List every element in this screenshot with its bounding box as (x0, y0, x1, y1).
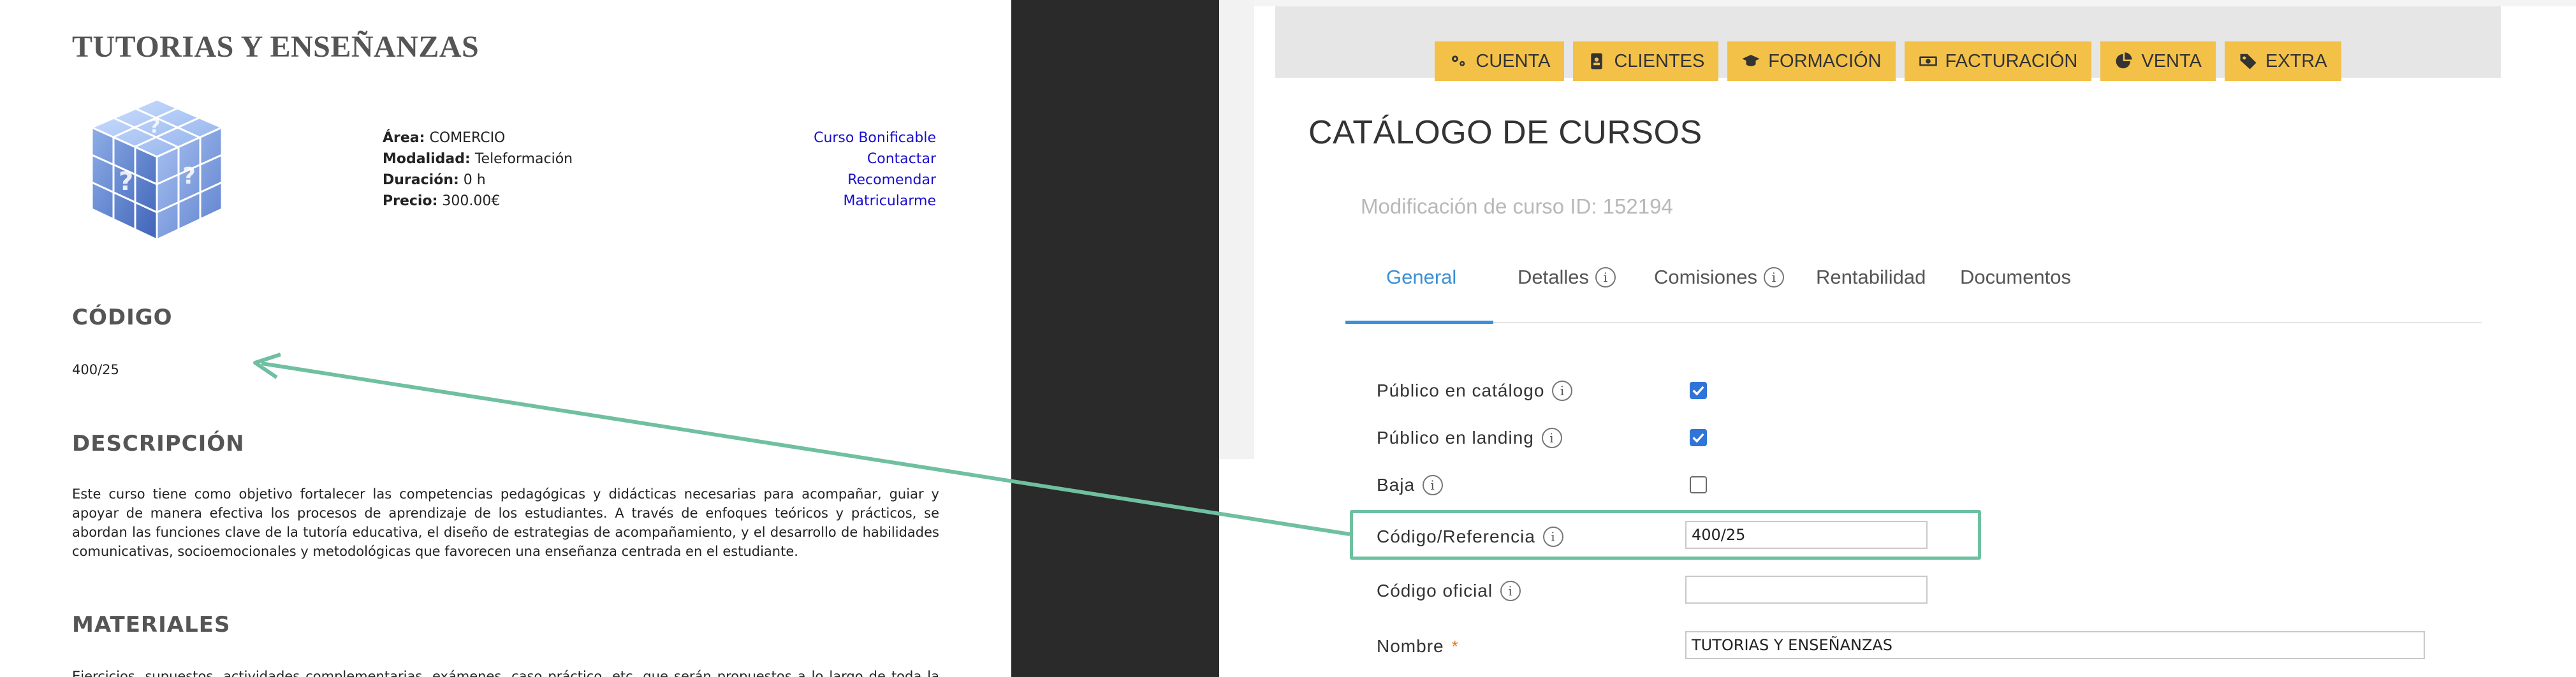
info-icon[interactable]: i (1500, 581, 1521, 601)
money-bill-icon (1919, 56, 1937, 66)
info-icon[interactable]: i (1541, 428, 1562, 448)
publico-landing-checkbox[interactable] (1690, 429, 1707, 446)
course-info: Área: COMERCIO Modalidad: Teleformación … (383, 127, 573, 212)
nav-extra-label: EXTRA (2265, 50, 2327, 71)
top-navbar: CUENTA CLIENTES FORMACIÓN FACTURACIÓN VE… (1275, 6, 2501, 81)
precio-row: Precio: 300.00€ (383, 193, 501, 209)
curso-bonificable-link[interactable]: Curso Bonificable (814, 127, 936, 149)
course-page: TUTORIAS Y ENSEÑANZAS ? ? ? Área: COMERC… (0, 0, 1011, 677)
check-icon (1692, 386, 1704, 396)
graduation-cap-icon (1742, 55, 1760, 66)
materiales-text: Ejercicios, supuestos, actividades compl… (72, 669, 939, 677)
nav-cuenta-button[interactable]: CUENTA (1435, 41, 1565, 81)
course-cube-image: ? ? ? (89, 98, 224, 242)
contactar-link[interactable]: Contactar (814, 149, 936, 170)
nav-facturacion-label: FACTURACIÓN (1945, 50, 2078, 71)
backdrop-strip (1219, 0, 1254, 459)
tab-bar: General Detalles i Comisiones i Rentabil… (1345, 252, 2482, 324)
cogs-icon (1452, 55, 1465, 66)
nav-menu: CUENTA CLIENTES FORMACIÓN FACTURACIÓN VE… (1275, 41, 2501, 81)
matricularme-link[interactable]: Matricularme (814, 191, 936, 212)
descripcion-text: Este curso tiene como objetivo fortalece… (72, 486, 939, 559)
area-row: Área: COMERCIO (383, 130, 506, 146)
codigo-oficial-input[interactable] (1685, 576, 1928, 604)
nav-formacion-button[interactable]: FORMACIÓN (1727, 41, 1896, 81)
check-icon (1692, 433, 1704, 443)
nav-clientes-button[interactable]: CLIENTES (1573, 41, 1719, 81)
publico-landing-label: Público en landing i (1377, 428, 1562, 448)
svg-text:?: ? (119, 167, 133, 196)
highlight-box (1350, 510, 1981, 560)
info-icon: i (1595, 267, 1616, 288)
nombre-input[interactable]: TUTORIAS Y ENSEÑANZAS (1685, 631, 2425, 659)
address-book-icon (1591, 53, 1603, 69)
tab-documentos-label: Documentos (1960, 266, 2072, 288)
page-subtitle: Modificación de curso ID: 152194 (1361, 194, 1673, 218)
tab-comisiones[interactable]: Comisiones i (1654, 266, 1784, 289)
nav-cuenta-label: CUENTA (1475, 50, 1551, 71)
course-title: TUTORIAS Y ENSEÑANZAS (72, 30, 479, 64)
tab-comisiones-label: Comisiones (1654, 266, 1757, 288)
window-gap (1011, 0, 1219, 677)
tab-rentabilidad-label: Rentabilidad (1816, 266, 1926, 288)
tab-general[interactable]: General (1386, 266, 1456, 289)
nav-extra-button[interactable]: EXTRA (2224, 41, 2341, 81)
svg-text:?: ? (182, 163, 196, 189)
duracion-row: Duración: 0 h (383, 172, 486, 188)
info-icon[interactable]: i (1552, 381, 1573, 401)
baja-label: Baja i (1377, 475, 1444, 495)
active-tab-indicator (1345, 321, 1493, 324)
chart-pie-icon (2116, 52, 2132, 69)
tab-detalles-label: Detalles (1518, 266, 1589, 288)
tab-documentos[interactable]: Documentos (1960, 266, 2071, 289)
course-links: Curso Bonificable Contactar Recomendar M… (814, 127, 936, 212)
tab-general-label: General (1386, 266, 1457, 288)
backdrop-top (1254, 0, 2576, 6)
nav-venta-label: VENTA (2141, 50, 2202, 71)
tags-icon (2240, 54, 2257, 69)
tab-rentabilidad[interactable]: Rentabilidad (1816, 266, 1926, 289)
tab-detalles[interactable]: Detalles i (1518, 266, 1616, 289)
nav-facturacion-button[interactable]: FACTURACIÓN (1904, 41, 2092, 81)
svg-text:?: ? (149, 115, 160, 138)
codigo-oficial-label: Código oficial i (1377, 581, 1521, 601)
recomendar-link[interactable]: Recomendar (814, 170, 936, 191)
info-icon[interactable]: i (1423, 475, 1444, 495)
info-icon: i (1763, 267, 1784, 288)
required-mark: * (1451, 636, 1459, 656)
materiales-heading: MATERIALES (72, 612, 231, 637)
modalidad-row: Modalidad: Teleformación (383, 151, 573, 167)
page-title: CATÁLOGO DE CURSOS (1308, 114, 1702, 151)
publico-catalogo-label: Público en catálogo i (1377, 381, 1573, 401)
baja-checkbox[interactable] (1690, 476, 1707, 493)
codigo-value: 400/25 (72, 362, 119, 377)
nav-venta-button[interactable]: VENTA (2100, 41, 2216, 81)
nav-formacion-label: FORMACIÓN (1768, 50, 1882, 71)
nav-clientes-label: CLIENTES (1614, 50, 1705, 71)
nombre-label: Nombre * (1377, 636, 1459, 656)
publico-catalogo-checkbox[interactable] (1690, 382, 1707, 399)
codigo-heading: CÓDIGO (72, 305, 173, 330)
descripcion-heading: DESCRIPCIÓN (72, 431, 245, 456)
